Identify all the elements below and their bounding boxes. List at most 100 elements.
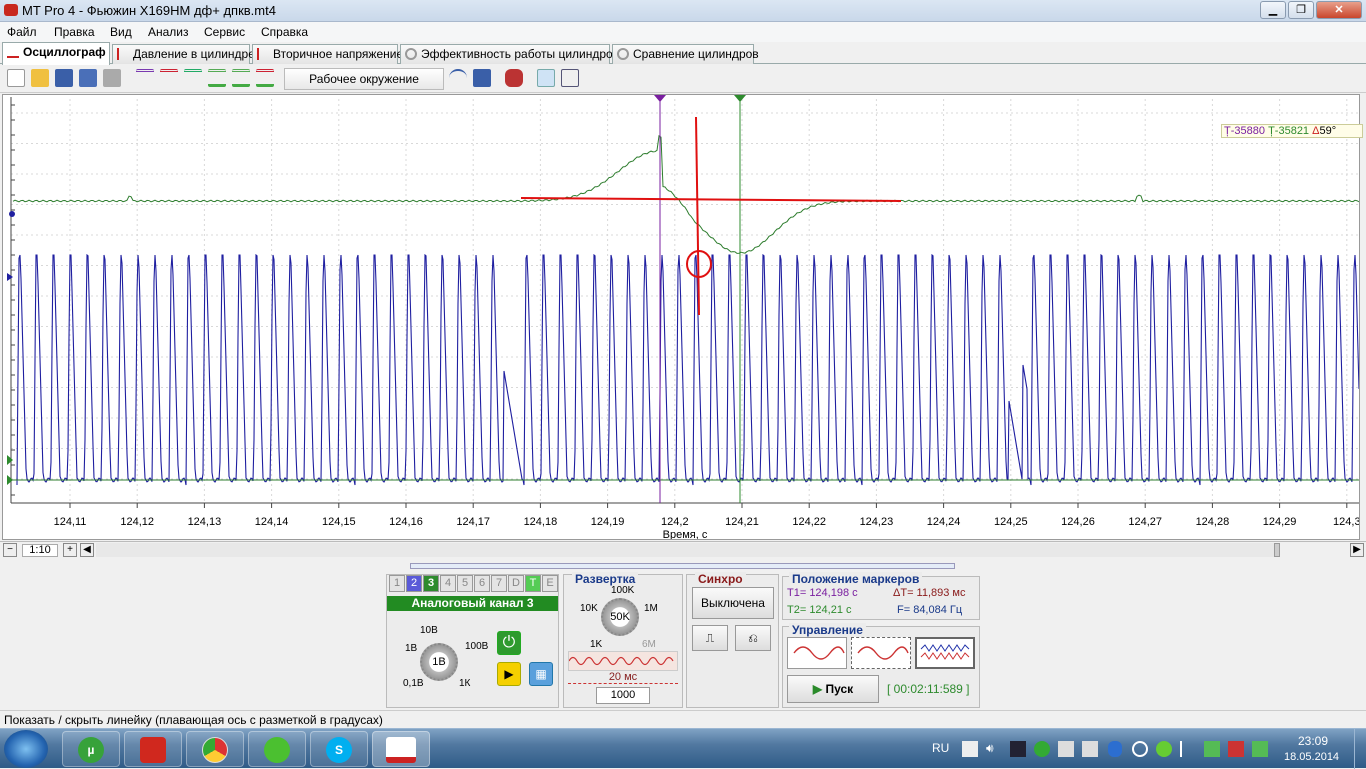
channel-tab-1[interactable]: 1 — [389, 575, 405, 592]
start-orb-icon[interactable] — [4, 730, 48, 768]
app-red-taskbar-icon[interactable] — [124, 731, 182, 767]
tray-app-icon[interactable] — [962, 741, 978, 757]
ruler-toggle-icon[interactable] — [537, 69, 555, 87]
save-as-icon[interactable] — [79, 69, 97, 87]
tab-label: Сравнение цилиндров — [633, 47, 759, 61]
tray-green-icon[interactable] — [1034, 741, 1050, 757]
x-tick-label: 124,28 — [1196, 516, 1230, 528]
check-tray-icon[interactable] — [1204, 741, 1220, 757]
channel-tab-e[interactable]: E — [542, 575, 558, 592]
usb-icon[interactable] — [1058, 741, 1074, 757]
menu-file[interactable]: Файл — [7, 25, 37, 39]
save-icon[interactable] — [55, 69, 73, 87]
wifi-icon[interactable] — [1132, 741, 1148, 757]
sweep-time: 20 мс — [568, 671, 678, 684]
tab-cylinder-efficiency[interactable]: Эффективность работы цилиндров — [400, 44, 619, 64]
marker-icon[interactable] — [561, 69, 579, 87]
channel-tab-d[interactable]: D — [508, 575, 524, 592]
clock-time[interactable]: 23:09 — [1298, 734, 1328, 748]
network-icon[interactable] — [1228, 741, 1244, 757]
sweep-points-stepper[interactable]: 1000 — [596, 687, 650, 704]
calculator-icon[interactable]: ▦ — [529, 662, 553, 686]
open-folder-icon[interactable] — [31, 69, 49, 87]
scroll-track[interactable] — [96, 543, 1274, 557]
tab-cylinder-comparison[interactable]: Сравнение цилиндров — [612, 44, 759, 64]
save-workspace-icon[interactable] — [473, 69, 491, 87]
channel-tab-t[interactable]: T — [525, 575, 541, 592]
waveform-canvas[interactable]: 124,11 124,12 124,13 124,14 124,15 124,16 124,… — [3, 95, 1359, 539]
scroll-right-button[interactable]: ▶ — [1350, 543, 1364, 557]
start-button[interactable]: ▶ Пуск — [787, 675, 879, 703]
zoom-out-button[interactable]: − — [3, 543, 17, 557]
x-tick-label: 124,27 — [1128, 516, 1162, 528]
channel-tab-5[interactable]: 5 — [457, 575, 473, 592]
panel-splitter[interactable] — [410, 563, 955, 569]
mode-single-button[interactable] — [787, 637, 847, 669]
knob-label-1v: 1В — [405, 643, 418, 654]
x-tick-label: 124,15 — [322, 516, 356, 528]
mode-loop-button[interactable] — [851, 637, 911, 669]
marker-readout: Ț-35880 Ț-35821 Δ59° — [1221, 124, 1363, 138]
minimize-button[interactable]: ▁ — [1260, 1, 1286, 19]
rising-edge-icon[interactable]: ⎍ — [692, 625, 728, 651]
menu-analysis[interactable]: Анализ — [148, 25, 189, 39]
language-indicator[interactable]: RU — [932, 741, 949, 755]
bluetooth-icon[interactable] — [1108, 741, 1122, 757]
channel-tab-7[interactable]: 7 — [491, 575, 507, 592]
gear-icon — [405, 48, 417, 60]
icq-tray-icon[interactable] — [1156, 741, 1172, 757]
channel-tab-6[interactable]: 6 — [474, 575, 490, 592]
channel-tab-4[interactable]: 4 — [440, 575, 456, 592]
zoom-in-button[interactable]: + — [63, 543, 77, 557]
tab-oscilloscope[interactable]: Осциллограф — [2, 42, 110, 65]
skype-taskbar-icon[interactable]: S — [310, 731, 368, 767]
menu-edit[interactable]: Правка — [54, 25, 95, 39]
mode-stream-button[interactable] — [915, 637, 975, 669]
workspace-dropdown[interactable]: Рабочее окружение — [284, 68, 444, 90]
car-icon[interactable] — [505, 69, 523, 87]
chrome-taskbar-icon[interactable] — [186, 731, 244, 767]
monitor-icon[interactable] — [1010, 741, 1026, 757]
device-icon[interactable] — [1082, 741, 1098, 757]
menu-service[interactable]: Сервис — [204, 25, 245, 39]
play-icon[interactable]: ▶ — [497, 662, 521, 686]
power-icon[interactable]: ⏻ — [497, 631, 521, 655]
tab-cylinder-pressure[interactable]: Давление в цилиндре — [112, 44, 255, 64]
channels-save-icon[interactable] — [232, 69, 250, 87]
channels-export-icon[interactable] — [256, 69, 274, 87]
oscilloscope-plot[interactable]: 124,11 124,12 124,13 124,14 124,15 124,16 124,… — [2, 94, 1360, 540]
clock-date[interactable]: 18.05.2014 — [1284, 751, 1339, 763]
mtpro-taskbar-icon[interactable] — [372, 731, 430, 767]
flag-icon[interactable] — [1180, 741, 1194, 757]
x-tick-label: 124,12 — [120, 516, 154, 528]
volume-icon[interactable]: 🔊︎ — [986, 741, 1002, 757]
falling-edge-icon[interactable]: ⎌ — [735, 625, 771, 651]
menu-view[interactable]: Вид — [110, 25, 132, 39]
sweep-panel: Развертка 100K 10K 1M 1K 6M 50K 20 мс 10… — [563, 572, 683, 708]
channel-tab-2[interactable]: 2 — [406, 575, 422, 592]
scroll-thumb[interactable] — [1274, 543, 1280, 557]
volts-knob[interactable]: 1В — [420, 643, 458, 681]
maximize-button[interactable]: ❐ — [1288, 1, 1314, 19]
marker2-value: -35821 — [1274, 125, 1310, 137]
scroll-left-button[interactable]: ◀ — [80, 543, 94, 557]
undo-icon[interactable] — [449, 69, 467, 87]
icq-taskbar-icon[interactable] — [248, 731, 306, 767]
x-tick-label: 124,19 — [591, 516, 625, 528]
channels-red-icon[interactable] — [160, 69, 178, 87]
show-desktop-button[interactable] — [1354, 729, 1366, 769]
torrent-taskbar-icon[interactable]: µ — [62, 731, 120, 767]
close-button[interactable]: ✕ — [1316, 1, 1362, 19]
channels-ok-icon[interactable] — [208, 69, 226, 87]
print-icon[interactable] — [103, 69, 121, 87]
channels-mix-icon[interactable] — [184, 69, 202, 87]
menu-help[interactable]: Справка — [261, 25, 308, 39]
sweep-knob[interactable]: 50K — [601, 598, 639, 636]
channels-icon[interactable] — [136, 69, 154, 87]
tab-secondary-voltage[interactable]: Вторичное напряжение — [252, 44, 403, 64]
sync-mode-dropdown[interactable]: Выключена — [692, 587, 774, 619]
security-icon[interactable] — [1252, 741, 1268, 757]
new-file-icon[interactable] — [7, 69, 25, 87]
channel-tab-3[interactable]: 3 — [423, 575, 439, 592]
sync-panel: Синхро Выключена ⎍ ⎌ — [686, 572, 779, 708]
